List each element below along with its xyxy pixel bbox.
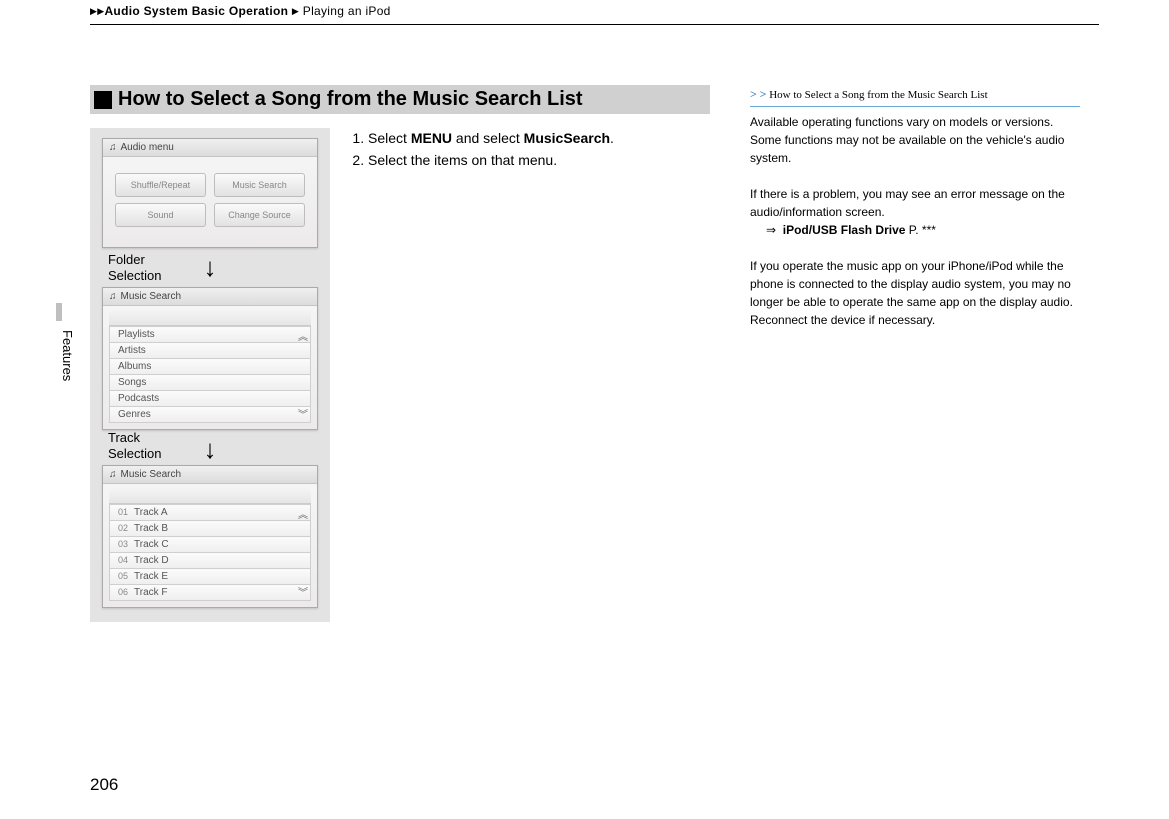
track-row: 02Track B — [109, 521, 311, 537]
screen3-title: Music Search — [121, 469, 182, 480]
breadcrumb-sub: Playing an iPod — [303, 4, 391, 18]
track-row: 04Track D — [109, 553, 311, 569]
right-column-heading: > > How to Select a Song from the Music … — [750, 85, 1080, 107]
section-title-text: How to Select a Song from the Music Sear… — [118, 88, 583, 111]
list-item: Genres — [109, 407, 311, 423]
screen2-title: Music Search — [121, 291, 182, 302]
music-search-tracks-screenshot: ♫ Music Search 01Track A 02Track B 03Tra… — [102, 465, 318, 608]
right-note-1: Available operating functions vary on mo… — [750, 113, 1080, 167]
list-item: Playlists — [109, 326, 311, 343]
audio-menu-screenshot: ♫ Audio menu Shuffle/Repeat Music Search… — [102, 138, 318, 248]
side-tab-label: Features — [58, 320, 77, 391]
chevron-right-icon: > — [760, 87, 767, 101]
breadcrumb-section: Audio System Basic Operation — [104, 4, 288, 18]
list-item: Songs — [109, 375, 311, 391]
track-row: 01Track A — [109, 504, 311, 521]
instruction-steps: Select MENU and select MusicSearch. Sele… — [350, 128, 710, 622]
right-link: iPod/USB Flash Drive — [783, 223, 906, 237]
menu-button-change-source: Change Source — [214, 203, 305, 227]
right-head-text: How to Select a Song from the Music Sear… — [769, 89, 987, 101]
right-note-2: If there is a problem, you may see an er… — [750, 185, 1080, 239]
divider — [90, 24, 1099, 25]
list-item: Artists — [109, 343, 311, 359]
page-number: 206 — [90, 775, 118, 795]
right-note-3: If you operate the music app on your iPh… — [750, 257, 1080, 329]
list-item: Albums — [109, 359, 311, 375]
breadcrumb: ▶▶Audio System Basic Operation ▶ Playing… — [90, 0, 1099, 24]
step-2: Select the items on that menu. — [368, 150, 710, 170]
chevron-right-icon: > — [750, 87, 757, 101]
section-title: How to Select a Song from the Music Sear… — [90, 85, 710, 114]
scroll-up-icon: ︽ — [298, 328, 308, 343]
scroll-up-icon: ︽ — [298, 506, 308, 521]
square-bullet-icon — [94, 91, 112, 109]
menu-button-shuffle: Shuffle/Repeat — [115, 173, 206, 197]
music-note-icon: ♫ — [109, 291, 117, 302]
music-note-icon: ♫ — [109, 469, 117, 480]
music-note-icon: ♫ — [109, 142, 117, 153]
step-1: Select MENU and select MusicSearch. — [368, 128, 710, 148]
screens-frame: ♫ Audio menu Shuffle/Repeat Music Search… — [90, 128, 330, 622]
track-row: 03Track C — [109, 537, 311, 553]
chevron-right-icon: ▶ — [292, 6, 299, 16]
side-tab-marker — [56, 303, 62, 321]
scroll-down-icon: ︾ — [298, 584, 308, 599]
screen1-title: Audio menu — [121, 142, 174, 153]
scroll-down-icon: ︾ — [298, 406, 308, 421]
menu-button-sound: Sound — [115, 203, 206, 227]
arrow-right-icon: ⇒ — [766, 223, 776, 237]
music-search-folders-screenshot: ♫ Music Search Playlists Artists Albums … — [102, 287, 318, 430]
menu-button-music-search: Music Search — [214, 173, 305, 197]
list-item: Podcasts — [109, 391, 311, 407]
track-row: 05Track E — [109, 569, 311, 585]
track-row: 06Track F — [109, 585, 311, 601]
right-link-page: P. *** — [905, 223, 935, 237]
